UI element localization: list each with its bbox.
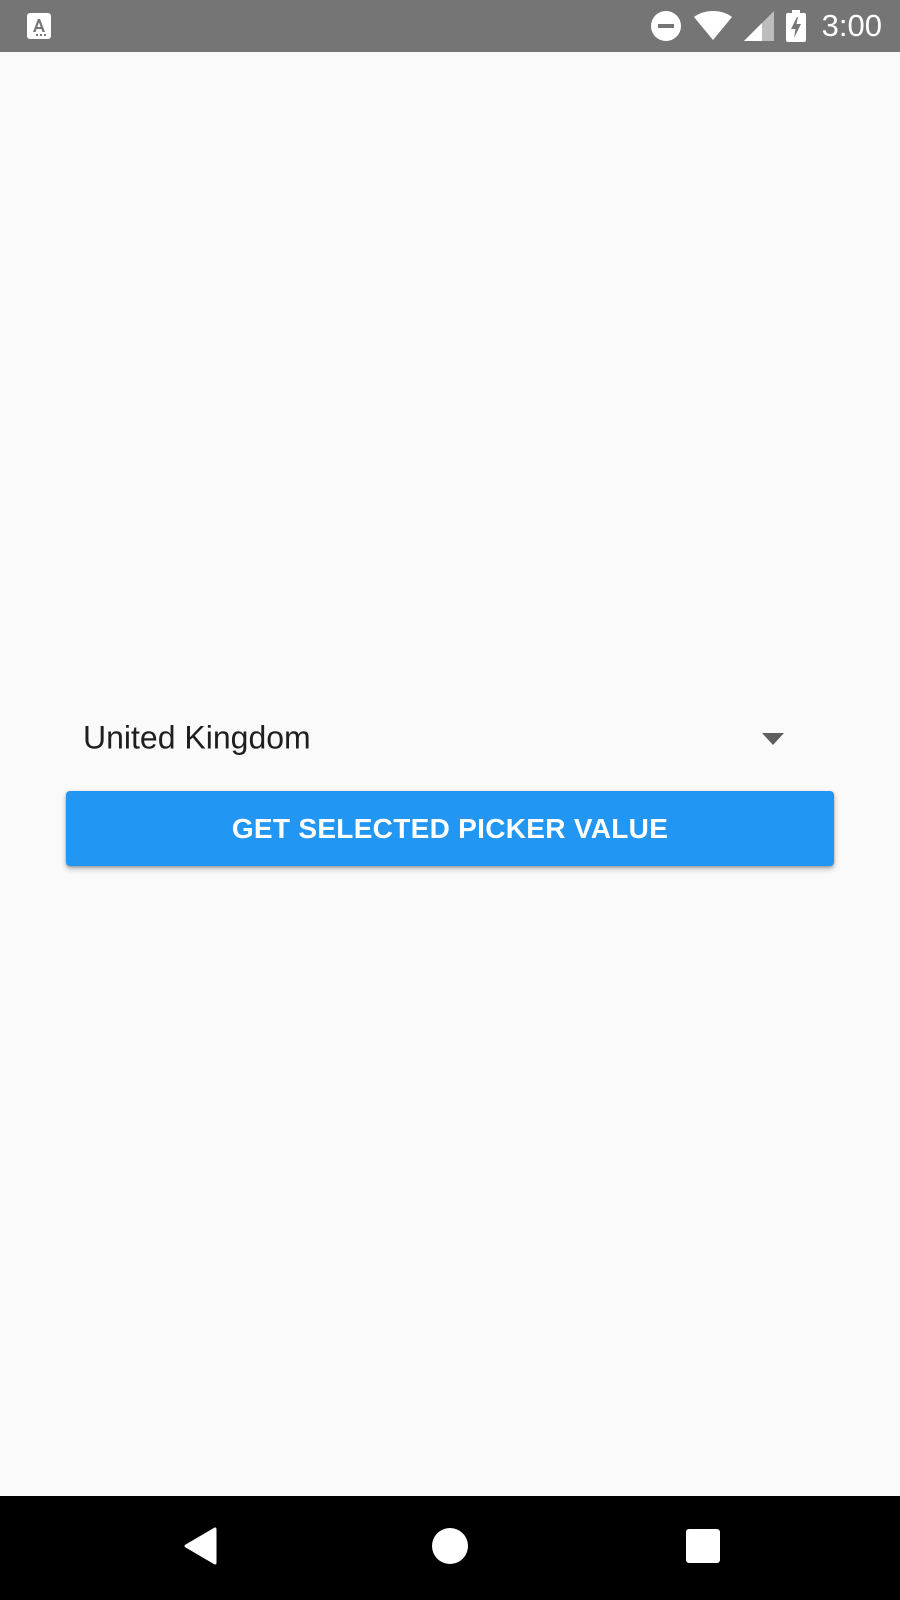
status-bar: 3:00 [0, 0, 900, 52]
battery-charging-icon [785, 10, 806, 42]
app-notification-icon [27, 13, 51, 39]
back-button[interactable] [180, 1527, 220, 1570]
app-screen: 3:00 United Kingdom GET SELECTED PICKER … [0, 0, 900, 1600]
cellular-signal-icon [743, 11, 774, 41]
status-time: 3:00 [821, 8, 882, 43]
navigation-bar [0, 1496, 900, 1600]
dropdown-arrow-icon [762, 732, 784, 745]
recents-button[interactable] [683, 1528, 723, 1568]
country-picker[interactable]: United Kingdom [66, 700, 834, 776]
wifi-icon [693, 11, 732, 41]
status-icons: 3:00 [650, 0, 882, 52]
picker-selected-value: United Kingdom [83, 719, 311, 756]
back-icon [183, 1527, 217, 1570]
get-selected-picker-value-button[interactable]: GET SELECTED PICKER VALUE [66, 791, 834, 866]
do-not-disturb-icon [650, 10, 682, 42]
home-icon [432, 1527, 468, 1569]
recents-icon [686, 1528, 720, 1568]
home-button[interactable] [430, 1527, 470, 1569]
